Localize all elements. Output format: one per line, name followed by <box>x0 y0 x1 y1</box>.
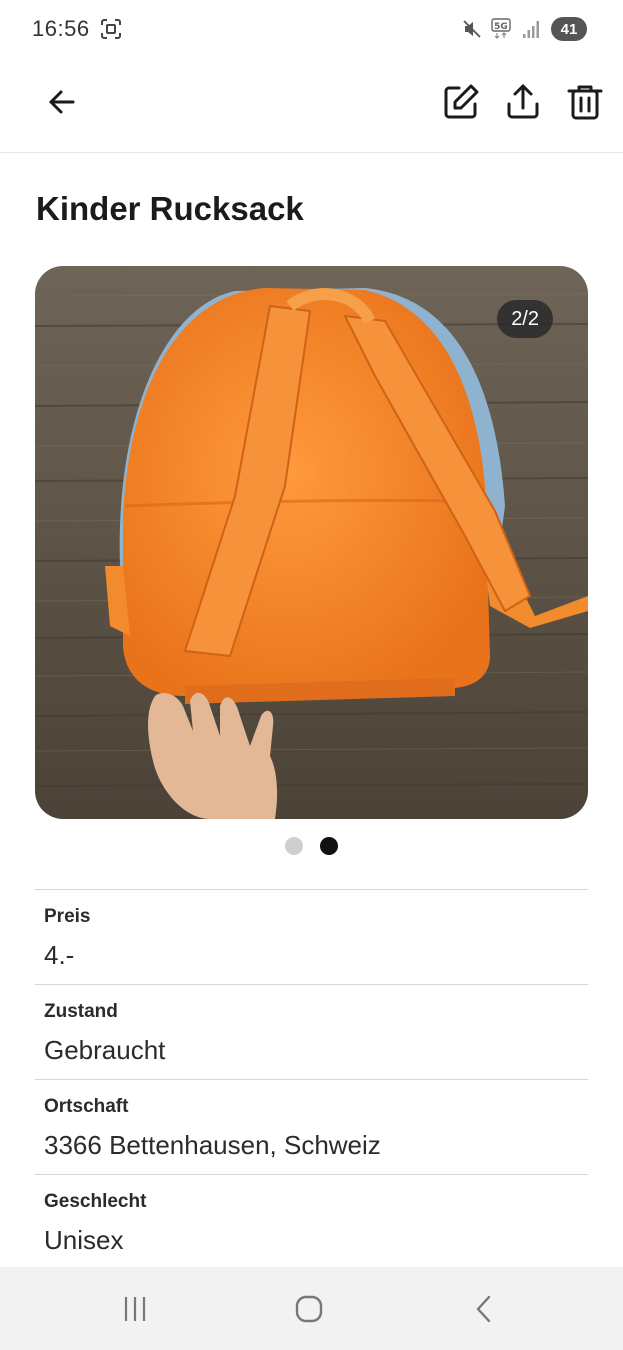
pagination-dot-1[interactable] <box>285 837 303 855</box>
image-counter: 2/2 <box>497 300 553 338</box>
delete-button[interactable] <box>561 78 609 126</box>
detail-label: Zustand <box>44 1001 118 1022</box>
detail-value: 4.- <box>44 940 75 970</box>
network-5g-icon: 5G <box>491 18 513 40</box>
image-gallery[interactable]: 2/2 <box>35 266 588 819</box>
listing-details: Preis 4.- Zustand Gebraucht Ortschaft 33… <box>35 889 588 1269</box>
screenshot-icon <box>100 18 122 40</box>
detail-value: Unisex <box>44 1225 124 1255</box>
home-button[interactable] <box>287 1287 331 1331</box>
status-bar: 16:56 5G 41 <box>0 0 623 58</box>
app-bar <box>0 60 623 153</box>
image-pagination <box>0 837 623 855</box>
mute-icon <box>461 18 483 40</box>
back-icon <box>476 1295 491 1323</box>
status-icons: 5G 41 <box>461 16 587 42</box>
detail-row-condition: Zustand Gebraucht <box>35 985 588 1080</box>
recents-button[interactable] <box>113 1287 157 1331</box>
trash-icon <box>567 85 603 120</box>
detail-value: Gebraucht <box>44 1035 166 1065</box>
detail-value: 3366 Bettenhausen, Schweiz <box>44 1130 381 1160</box>
battery-icon: 41 <box>551 17 587 41</box>
listing-photo <box>35 266 588 819</box>
arrow-left-icon <box>49 90 75 114</box>
home-icon <box>295 1295 323 1323</box>
pagination-dot-2-active[interactable] <box>320 837 338 855</box>
detail-label: Preis <box>44 906 91 927</box>
system-nav-bar <box>0 1267 623 1350</box>
battery-level: 41 <box>560 20 578 38</box>
detail-label: Geschlecht <box>44 1191 147 1212</box>
listing-title: Kinder Rucksack <box>36 190 304 227</box>
back-button[interactable] <box>38 78 86 126</box>
detail-row-location: Ortschaft 3366 Bettenhausen, Schweiz <box>35 1080 588 1175</box>
detail-row-gender: Geschlecht Unisex <box>35 1175 588 1269</box>
detail-label: Ortschaft <box>44 1096 129 1117</box>
recents-icon <box>124 1297 146 1321</box>
edit-button[interactable] <box>437 78 485 126</box>
edit-icon <box>444 84 479 119</box>
status-time: 16:56 <box>32 16 90 41</box>
system-back-button[interactable] <box>462 1287 506 1331</box>
share-icon <box>507 84 539 119</box>
share-button[interactable] <box>499 78 547 126</box>
network-label: 5G <box>494 22 508 32</box>
signal-icon <box>521 18 543 40</box>
detail-row-price: Preis 4.- <box>35 890 588 985</box>
